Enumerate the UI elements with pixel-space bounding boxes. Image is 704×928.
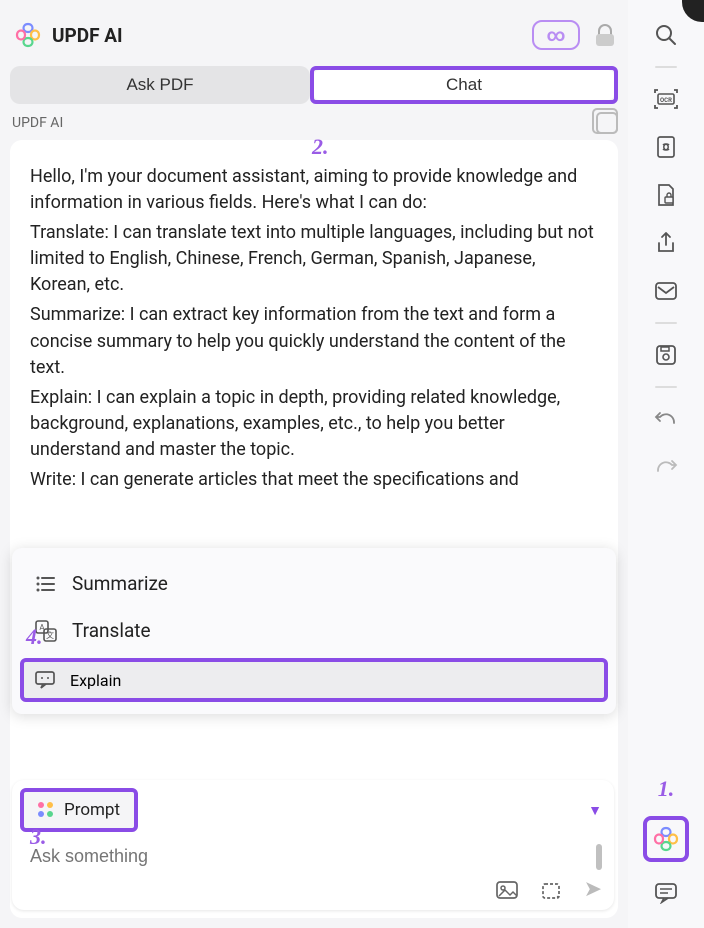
tab-chat[interactable]: Chat [314,70,614,100]
right-toolbar: OCR 1. [628,0,704,928]
ai-panel: UPDF AI ∞ Ask PDF Chat 2. UPDF AI Hello,… [0,0,628,928]
redo-icon[interactable] [649,450,683,484]
logo-wrap: UPDF AI [14,21,123,49]
msg-intro: Hello, I'm your document assistant, aimi… [30,164,598,216]
app-title: UPDF AI [52,24,123,47]
msg-write: Write: I can generate articles that meet… [30,467,598,493]
popup-label: Explain [70,671,121,690]
popup-item-translate[interactable]: A文 Translate [12,607,616,654]
popup-label: Translate [72,619,151,642]
toolbar-separator [655,386,677,388]
popup-label: Summarize [72,572,168,595]
corner-tab [682,0,704,22]
chevron-down-icon[interactable]: ▼ [588,802,602,819]
ocr-icon[interactable]: OCR [649,82,683,116]
updf-logo-icon [14,21,42,49]
share-icon[interactable] [649,226,683,260]
popup-item-summarize[interactable]: Summarize [12,560,616,607]
copy-icon[interactable] [596,112,618,134]
chat-input[interactable] [20,842,596,871]
prompt-label: Prompt [64,800,120,820]
toolbar-separator [655,66,677,68]
unlimited-button[interactable]: ∞ [532,20,580,50]
document-lock-icon[interactable] [649,178,683,212]
tab-ask-pdf[interactable]: Ask PDF [10,66,310,104]
toolbar-separator [655,322,677,324]
header-right: ∞ [532,20,614,50]
chat-input-card: Prompt ▼ ➤ [12,780,614,910]
msg-summarize: Summarize: I can extract key information… [30,302,598,380]
msg-explain: Explain: I can explain a topic in depth,… [30,385,598,463]
save-icon[interactable] [649,338,683,372]
svg-text:OCR: OCR [660,97,672,104]
panel-header: UPDF AI ∞ [10,10,618,60]
crop-icon[interactable] [540,881,562,899]
mode-tabs: Ask PDF Chat [10,66,618,104]
step-callout-4: 4. [26,624,43,650]
prompt-popup: Summarize A文 Translate Explain [12,548,616,714]
input-scrollbar[interactable] [596,844,602,870]
undo-icon[interactable] [649,402,683,436]
comment-icon[interactable] [649,876,683,910]
prompt-dots-icon [38,802,54,818]
ai-sender-label: UPDF AI [12,115,63,131]
popup-item-explain[interactable]: Explain [20,658,608,702]
list-icon [34,575,58,593]
step-callout-2: 2. [312,134,329,160]
send-button[interactable]: ➤ [584,877,602,902]
envelope-icon[interactable] [649,274,683,308]
msg-translate: Translate: I can translate text into mul… [30,220,598,298]
search-icon[interactable] [649,18,683,52]
svg-text:文: 文 [46,630,54,640]
attach-image-icon[interactable] [496,881,518,899]
updf-ai-button[interactable] [643,816,689,862]
step-callout-3: 3. [30,824,47,850]
lock-icon[interactable] [596,24,614,46]
step-callout-1: 1. [658,776,675,802]
explain-icon [34,670,56,690]
convert-icon[interactable] [649,130,683,164]
